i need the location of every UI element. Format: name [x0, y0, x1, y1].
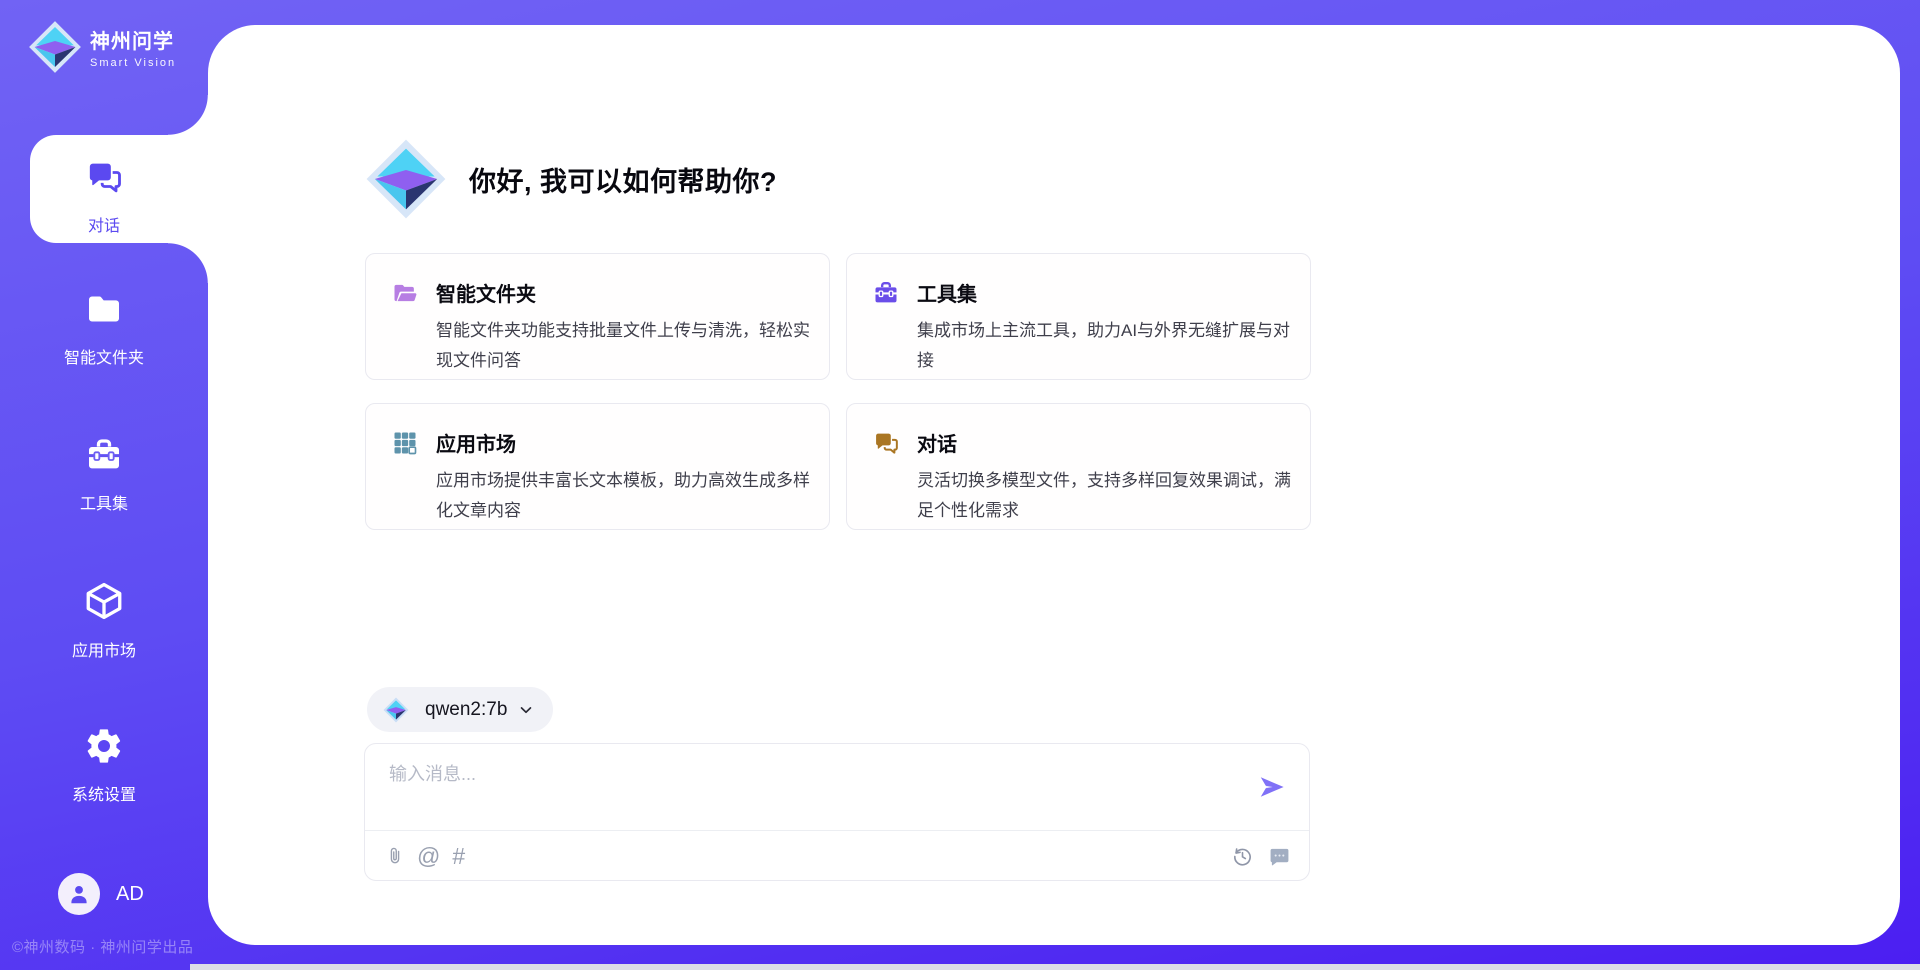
model-name: qwen2:7b: [425, 699, 507, 721]
card-smart-folder[interactable]: 智能文件夹 智能文件夹功能支持批量文件上传与清洗，轻松实现文件问答: [365, 253, 830, 380]
brand-subtitle: Smart Vision: [90, 57, 176, 69]
sidebar-item-chat[interactable]: 对话: [0, 157, 208, 236]
attach-button[interactable]: [385, 843, 405, 869]
hashtag-button[interactable]: #: [452, 843, 465, 869]
card-description: 灵活切换多模型文件，支持多样回复效果调试，满足个性化需求: [917, 466, 1302, 526]
user-name: AD: [116, 883, 144, 906]
chat-bubble-button[interactable]: [1268, 843, 1291, 869]
history-icon: [1231, 845, 1254, 868]
greeting-diamond-icon: [365, 138, 447, 220]
card-app-market[interactable]: 应用市场 应用市场提供丰富长文本模板，助力高效生成多样化文章内容: [365, 403, 830, 530]
composer-divider: [365, 830, 1309, 831]
paperclip-icon: [385, 844, 405, 868]
hash-icon: #: [452, 843, 465, 869]
at-icon: @: [417, 843, 440, 869]
message-composer: @ #: [364, 743, 1310, 881]
chat-bubble-icon: [1268, 845, 1291, 868]
folder-open-icon: [391, 279, 419, 307]
person-icon: [66, 881, 92, 907]
toolbox-icon: [84, 435, 124, 475]
cube-icon: [83, 580, 125, 622]
gear-icon: [84, 726, 124, 766]
card-toolset[interactable]: 工具集 集成市场上主流工具，助力AI与外界无缝扩展与对接: [846, 253, 1311, 380]
sidebar: 神州问学 Smart Vision 对话 智能文件夹: [0, 0, 208, 970]
sidebar-item-label: 对话: [0, 212, 208, 236]
card-description: 应用市场提供丰富长文本模板，助力高效生成多样化文章内容: [436, 466, 821, 526]
copyright-text: ©神州数码 · 神州问学出品: [12, 936, 193, 957]
feature-cards: 智能文件夹 智能文件夹功能支持批量文件上传与清洗，轻松实现文件问答 工具集 集成…: [365, 253, 1311, 530]
toolbox-icon: [872, 279, 900, 307]
brand-title: 神州问学: [90, 25, 176, 54]
model-diamond-icon: [383, 697, 409, 723]
brand-logo-block: 神州问学 Smart Vision: [28, 20, 176, 74]
sidebar-item-app-market[interactable]: 应用市场: [0, 580, 208, 661]
mention-button[interactable]: @: [417, 843, 440, 869]
model-selector[interactable]: qwen2:7b: [367, 687, 553, 732]
card-title: 工具集: [917, 278, 977, 307]
card-title: 对话: [917, 428, 957, 457]
composer-tools-left: @ #: [385, 843, 465, 869]
chevron-down-icon: [517, 701, 535, 719]
sidebar-item-label: 工具集: [0, 490, 208, 514]
sidebar-item-toolset[interactable]: 工具集: [0, 435, 208, 514]
composer-tools-right: [1231, 843, 1291, 869]
sidebar-item-label: 系统设置: [0, 781, 208, 805]
brand-diamond-icon: [28, 20, 82, 74]
grid-cube-icon: [391, 429, 419, 457]
sidebar-item-label: 智能文件夹: [0, 344, 208, 368]
send-icon: [1257, 772, 1287, 802]
sidebar-item-label: 应用市场: [0, 637, 208, 661]
brand-text: 神州问学 Smart Vision: [90, 25, 176, 69]
user-profile[interactable]: AD: [58, 873, 144, 915]
app-root: 神州问学 Smart Vision 对话 智能文件夹: [0, 0, 1920, 970]
card-description: 智能文件夹功能支持批量文件上传与清洗，轻松实现文件问答: [436, 316, 821, 376]
bottom-edge-strip: [190, 964, 1920, 970]
card-title: 智能文件夹: [436, 278, 536, 307]
card-chat[interactable]: 对话 灵活切换多模型文件，支持多样回复效果调试，满足个性化需求: [846, 403, 1311, 530]
card-title: 应用市场: [436, 428, 516, 457]
history-button[interactable]: [1231, 843, 1254, 869]
send-button[interactable]: [1257, 772, 1287, 802]
chat-icon: [84, 157, 124, 197]
sidebar-item-smart-folder[interactable]: 智能文件夹: [0, 289, 208, 368]
greeting-block: 你好, 我可以如何帮助你?: [365, 138, 777, 220]
message-input[interactable]: [389, 760, 1249, 820]
avatar: [58, 873, 100, 915]
folder-icon: [84, 289, 124, 329]
sidebar-item-settings[interactable]: 系统设置: [0, 726, 208, 805]
greeting-text: 你好, 我可以如何帮助你?: [469, 160, 777, 199]
card-description: 集成市场上主流工具，助力AI与外界无缝扩展与对接: [917, 316, 1302, 376]
chat-icon: [872, 429, 900, 457]
